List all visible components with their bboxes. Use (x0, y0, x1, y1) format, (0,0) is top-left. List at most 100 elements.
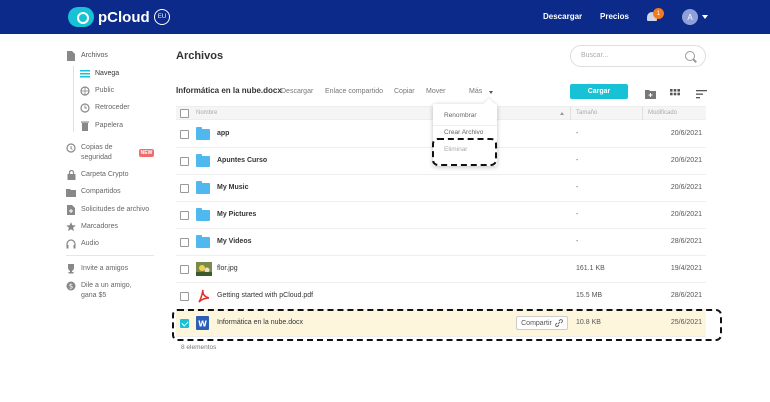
column-divider (642, 107, 643, 120)
file-name[interactable]: Apuntes Curso (217, 157, 267, 164)
column-size[interactable]: Tamaño (576, 110, 597, 116)
file-name[interactable]: Getting started with pCloud.pdf (217, 292, 313, 299)
table-row[interactable]: My Music - 20/6/2021 (176, 175, 706, 202)
file-name[interactable]: My Videos (217, 238, 252, 245)
list-icon (80, 69, 90, 79)
file-icon (66, 51, 76, 61)
search-icon[interactable] (685, 51, 695, 61)
sidebar-item-label: Archivos (81, 52, 108, 59)
sort-icon[interactable] (696, 86, 707, 99)
file-size: 161.1 KB (576, 265, 605, 272)
folder-icon (196, 181, 210, 194)
chevron-down-icon[interactable] (702, 15, 708, 19)
file-size: 15.5 MB (576, 292, 603, 299)
menu-item-create-archive[interactable]: Crear Archivo (444, 129, 483, 136)
chevron-down-icon[interactable] (489, 91, 493, 94)
sidebar-item-bookmarks[interactable]: Marcadores (66, 222, 118, 232)
sidebar-item-trash[interactable]: Papelera (80, 121, 123, 131)
top-bar: pCloud EU Descargar Precios 1 A (0, 0, 770, 34)
upload-button[interactable]: Cargar (570, 84, 628, 99)
file-date: 28/6/2021 (670, 238, 702, 245)
search-placeholder: Buscar... (581, 52, 609, 59)
more-button[interactable]: Más (469, 88, 482, 95)
column-modified[interactable]: Modificado (648, 110, 677, 116)
sort-asc-icon[interactable] (560, 112, 564, 115)
sidebar-item-label: Invite a amigos (81, 265, 129, 272)
table-row[interactable]: My Videos - 28/6/2021 (176, 229, 706, 256)
sidebar-item-invite[interactable]: Invite a amigos (66, 264, 128, 274)
folder-icon (196, 208, 210, 221)
pdf-icon (196, 289, 210, 303)
file-name[interactable]: flor.jpg (217, 265, 238, 272)
file-name[interactable]: My Music (217, 184, 249, 191)
selected-file-name: Informática en la nube.docx (176, 86, 282, 95)
copy-button[interactable]: Copiar (394, 88, 415, 95)
sidebar-item-crypto[interactable]: Carpeta Crypto (66, 170, 128, 180)
select-all-checkbox[interactable] (180, 109, 189, 118)
sidebar-item-shared[interactable]: Compartidos (66, 187, 121, 197)
sidebar-item-files[interactable]: Archivos (66, 51, 108, 61)
share-link-button[interactable]: Enlace compartido (325, 88, 383, 95)
sidebar-item-backups[interactable]: Copias de seguridad (66, 143, 138, 163)
brand-name: pCloud (98, 8, 150, 26)
move-button[interactable]: Mover (426, 88, 445, 95)
menu-separator (433, 125, 497, 126)
row-checkbox[interactable] (180, 292, 189, 301)
shared-folder-icon (66, 187, 76, 197)
row-checkbox[interactable] (180, 184, 189, 193)
sidebar-item-audio[interactable]: Audio (66, 239, 99, 249)
new-badge: NEW (139, 149, 154, 157)
sidebar-item-refer[interactable]: $ Dile a un amigo, gana $5 (66, 281, 146, 301)
pcloud-logo[interactable]: pCloud (68, 7, 150, 27)
page-title: Archivos (176, 50, 224, 62)
eu-region-badge: EU (154, 9, 170, 25)
sidebar-item-label: Copias de seguridad (81, 144, 113, 161)
menu-item-rename[interactable]: Renombrar (444, 112, 477, 119)
row-checkbox[interactable] (180, 157, 189, 166)
table-row[interactable]: flor.jpg 161.1 KB 19/4/2021 (176, 256, 706, 283)
item-count: 8 elementos (181, 344, 217, 351)
sidebar-item-label: Retroceder (95, 104, 130, 111)
file-size: - (576, 211, 579, 218)
row-checkbox[interactable] (180, 265, 189, 274)
table-row[interactable]: My Pictures - 20/6/2021 (176, 202, 706, 229)
file-size: - (576, 238, 579, 245)
row-checkbox[interactable] (180, 211, 189, 220)
table-row[interactable]: Getting started with pCloud.pdf 15.5 MB … (176, 283, 706, 310)
selected-row-highlight-box (172, 309, 722, 341)
sidebar-item-label: Compartidos (81, 188, 121, 195)
trophy-icon (66, 264, 76, 274)
folder-icon (196, 235, 210, 248)
dollar-icon: $ (66, 281, 76, 291)
sidebar-item-rewind[interactable]: Retroceder (80, 103, 130, 113)
sidebar-item-file-requests[interactable]: Solicitudes de archivo (66, 205, 149, 215)
sidebar-item-label: Marcadores (81, 223, 118, 230)
file-date: 20/6/2021 (670, 157, 702, 164)
download-button[interactable]: Descargar (281, 88, 313, 95)
file-date: 19/4/2021 (670, 265, 702, 272)
file-name[interactable]: app (217, 130, 229, 137)
prices-link[interactable]: Precios (600, 12, 629, 21)
new-folder-icon[interactable] (645, 86, 656, 99)
file-size: - (576, 184, 579, 191)
sidebar-item-label: Navega (95, 70, 120, 77)
sidebar-item-browse[interactable]: Navega (80, 69, 119, 79)
grid-view-icon[interactable] (670, 86, 681, 97)
sidebar-item-label: Dile a un amigo, gana $5 (81, 282, 132, 299)
search-input[interactable]: Buscar... (570, 45, 706, 67)
file-date: 20/6/2021 (670, 130, 702, 137)
sidebar-item-label: Audio (81, 240, 99, 247)
folder-icon (196, 154, 210, 167)
sidebar-item-label: Papelera (95, 122, 124, 129)
trash-icon (80, 121, 90, 131)
file-name[interactable]: My Pictures (217, 211, 256, 218)
row-checkbox[interactable] (180, 238, 189, 247)
avatar[interactable]: A (682, 9, 698, 25)
sidebar-item-public[interactable]: Public (80, 86, 114, 96)
download-app-link[interactable]: Descargar (543, 12, 582, 21)
column-divider (570, 107, 571, 120)
row-checkbox[interactable] (180, 130, 189, 139)
column-name[interactable]: Nombre (196, 110, 217, 116)
folder-icon (196, 127, 210, 140)
lock-icon (66, 170, 76, 180)
